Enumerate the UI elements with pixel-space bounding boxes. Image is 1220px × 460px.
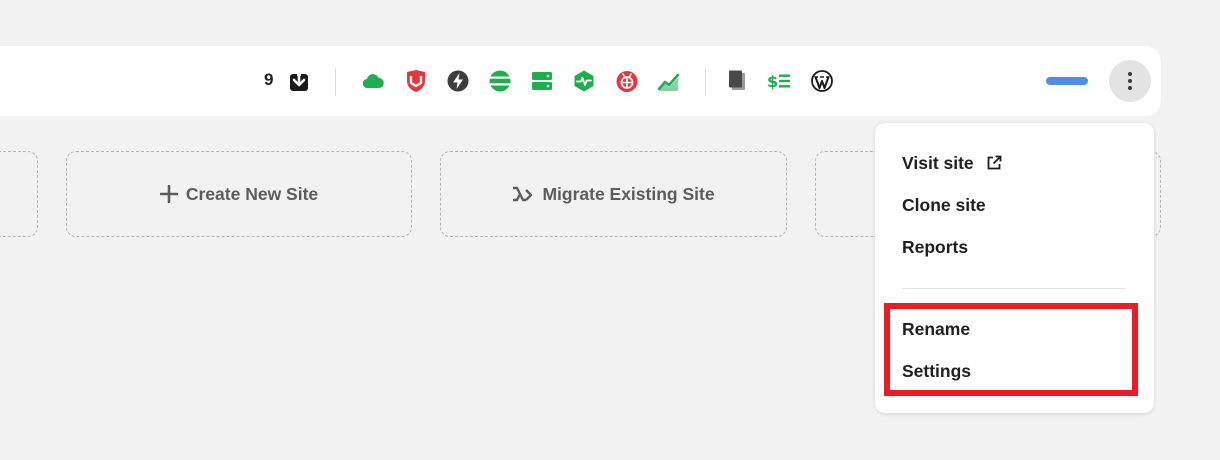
files-icon[interactable] — [726, 69, 750, 93]
menu-divider — [902, 288, 1126, 289]
cloud-icon[interactable] — [361, 69, 385, 93]
site-options-menu: Visit site Clone site Reports Rename Set… — [875, 123, 1154, 413]
svg-text:$: $ — [767, 72, 778, 91]
rename-menu-item[interactable]: Rename — [902, 314, 970, 344]
bug-icon[interactable] — [615, 69, 639, 93]
clone-site-menu-item[interactable]: Clone site — [902, 190, 986, 220]
settings-label: Settings — [902, 360, 972, 381]
download-icon[interactable] — [287, 69, 311, 93]
lightning-icon[interactable] — [446, 69, 470, 93]
uptime-monitor-icon[interactable] — [572, 69, 596, 93]
create-new-site-label: Create New Site — [185, 183, 319, 204]
dollar-list-icon[interactable]: $ — [767, 69, 791, 93]
plus-icon — [159, 185, 178, 203]
reports-menu-item[interactable]: Reports — [902, 232, 968, 262]
server-icon[interactable] — [530, 69, 554, 93]
globe-icon[interactable] — [488, 69, 512, 93]
migrate-existing-site-button[interactable]: Migrate Existing Site — [440, 151, 787, 237]
migrate-icon — [513, 186, 533, 202]
more-vertical-icon — [1128, 72, 1132, 90]
wordpress-icon[interactable] — [810, 69, 834, 93]
mcafee-shield-icon[interactable] — [404, 69, 428, 93]
status-pill — [1046, 77, 1088, 85]
site-toolbar: 9 $ — [0, 46, 1161, 116]
analytics-chart-icon[interactable] — [657, 69, 681, 93]
site-tile-partial[interactable] — [0, 151, 38, 237]
rename-label: Rename — [902, 318, 971, 339]
clone-site-label: Clone site — [902, 194, 986, 215]
create-new-site-button[interactable]: Create New Site — [66, 151, 412, 237]
page: 9 $ Create New Site Migrate Existing Sit… — [0, 0, 1220, 460]
visit-site-label: Visit site — [902, 152, 974, 173]
reports-label: Reports — [902, 236, 969, 257]
toolbar-separator — [705, 68, 706, 96]
download-count: 9 — [264, 70, 274, 89]
settings-menu-item[interactable]: Settings — [902, 356, 971, 386]
toolbar-separator — [335, 68, 336, 96]
visit-site-menu-item[interactable]: Visit site — [902, 148, 1002, 178]
external-link-icon — [987, 155, 1002, 170]
more-options-button[interactable] — [1109, 60, 1151, 102]
migrate-existing-site-label: Migrate Existing Site — [542, 183, 715, 204]
